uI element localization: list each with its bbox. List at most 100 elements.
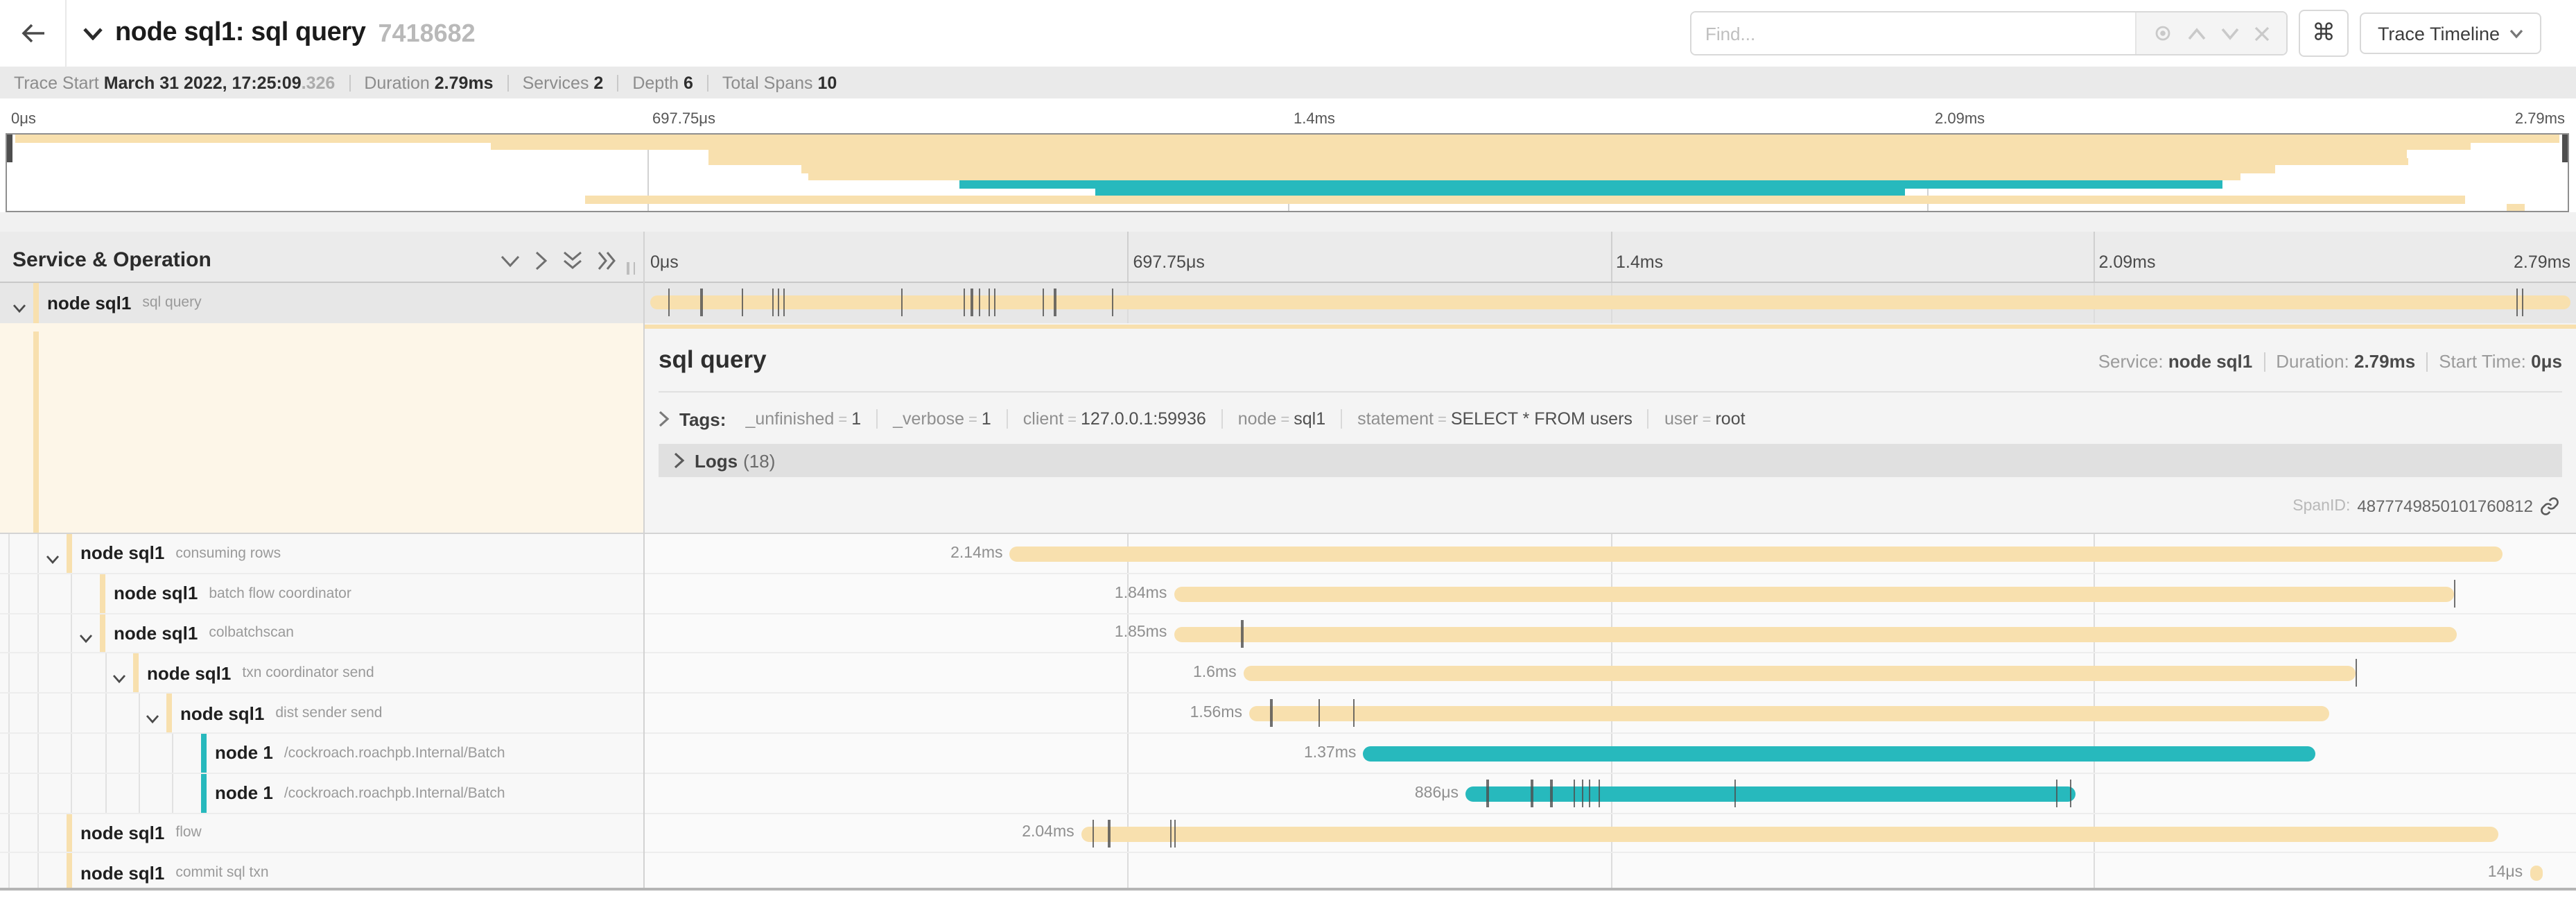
keyboard-shortcuts-button[interactable]: ⌘ [2299,10,2349,57]
guide-line [8,654,10,693]
locate-icon[interactable] [2153,24,2173,43]
span-bar[interactable] [2530,866,2543,882]
tree-row[interactable]: node sql1txn coordinator send [0,654,643,694]
collapse-all-icon[interactable] [563,251,582,270]
timeline-row[interactable]: 1.37ms [645,734,2576,774]
collapse-chevron-icon[interactable] [46,547,60,560]
minimap-span-bar[interactable] [708,150,2406,157]
tag-item[interactable]: node=sql1 [1221,409,1325,429]
collapse-one-icon[interactable] [501,255,520,267]
logs-accordion[interactable]: Logs (18) [659,444,2562,477]
guide-line [37,854,39,891]
collapse-chevron-icon[interactable] [146,706,159,720]
span-bar[interactable] [1081,826,2499,841]
find-controls [2135,12,2286,54]
duration-label: 1.56ms [1190,694,1242,732]
back-button[interactable] [0,0,67,67]
separator [349,74,350,91]
tree-row[interactable]: node sql1dist sender send [0,694,643,734]
trace-info-label: Trace Start [14,73,104,92]
log-marker [701,289,702,316]
span-bar[interactable] [1363,746,2315,762]
tree-row[interactable]: node sql1commit sql txn [0,854,643,891]
tree-row[interactable]: node sql1 flow [0,814,643,854]
guide-line [139,734,140,773]
minimap-span-bar[interactable] [708,157,2409,165]
timeline-row[interactable]: 1.85ms [645,614,2576,654]
tag-item[interactable]: statement=SELECT * FROM users [1341,409,1633,429]
tree-row[interactable]: node 1/cockroach.roachpb.Internal/Batch [0,774,643,814]
tree-row[interactable]: node sql1consuming rows [0,534,643,574]
view-selector-label: Trace Timeline [2378,23,2500,44]
minimap-span-bar[interactable] [1095,188,1904,196]
timeline-row[interactable]: 2.04ms [645,814,2576,854]
span-bar[interactable] [650,295,2570,309]
duration-label: 14μs [2488,854,2523,891]
timeline-row[interactable]: 14μs [645,854,2576,891]
span-bar[interactable] [1010,547,2503,562]
timeline-row[interactable]: 886μs [645,774,2576,814]
duration-label: 1.84ms [1115,574,1167,613]
viewport-handle-right[interactable] [2562,135,2568,162]
log-marker [668,289,669,316]
service-name: node sql1 [80,823,164,843]
tag-item[interactable]: _verbose=1 [876,409,991,429]
span-bar[interactable] [1244,666,2356,682]
deep-link-icon[interactable] [2540,497,2559,516]
minimap-span-bar[interactable] [808,173,2240,180]
expand-one-icon[interactable] [535,251,548,270]
timeline-row[interactable]: 1.56ms [645,694,2576,734]
guide-line [8,734,10,773]
detail-left-backdrop [0,332,643,533]
timeline-row[interactable]: 2.14ms [645,534,2576,574]
collapse-trace-chevron-icon[interactable] [83,27,103,40]
span-accent-bar[interactable] [645,324,2576,329]
tree-row[interactable]: node sql1batch flow coordinator [0,574,643,614]
collapse-chevron-icon[interactable] [79,626,93,640]
minimap-span-bar[interactable] [2506,203,2524,211]
minimap-span-bar[interactable] [15,135,2560,142]
tree-row[interactable]: node sql1colbatchscan [0,614,643,654]
service-name: node sql1 [114,583,198,603]
timeline-row[interactable]: 1.6ms [645,654,2576,694]
tree-row-sql-query[interactable]: node sql1sql query [0,283,643,322]
prev-result-icon[interactable] [2188,27,2206,40]
trace-minimap[interactable] [6,133,2569,212]
tags-accordion[interactable]: Tags: _unfinished=1_verbose=1client=127.… [659,405,2562,433]
span-bar[interactable] [1174,626,2456,642]
tree-row[interactable]: node 1/cockroach.roachpb.Internal/Batch [0,734,643,774]
log-marker [1112,289,1113,316]
find-input[interactable] [1691,12,2135,54]
minimap-span-bar[interactable] [491,142,2470,150]
ruler-tick-label: 0μs [645,252,679,272]
guide-line [8,614,10,653]
panel-resize-divider[interactable] [643,232,645,888]
span-bar[interactable] [1174,587,2454,602]
trace-view-selector[interactable]: Trace Timeline [2360,12,2541,54]
selected-span-row[interactable]: node sql1sql query [0,283,2576,322]
operation-name: sql query [142,295,201,311]
tag-item[interactable]: user=root [1648,409,1746,429]
tag-item[interactable]: client=127.0.0.1:59936 [1007,409,1206,429]
column-resize-grip[interactable] [627,262,635,275]
span-bar[interactable] [1249,706,2329,721]
collapse-chevron-icon[interactable] [112,666,126,680]
expand-all-icon[interactable] [598,251,617,270]
collapse-chevron-icon[interactable] [12,296,26,310]
minimap-span-bar[interactable] [959,180,2222,188]
trace-title: node sql1: sql query [115,18,366,49]
duration-label: 1.6ms [1193,654,1237,693]
ruler-tick-label: 1.4ms [1610,252,1663,272]
minimap-span-bar[interactable] [801,165,2276,173]
timeline-row[interactable]: 1.84ms [645,574,2576,614]
minimap-span-bar[interactable] [586,196,2465,203]
operation-name: flow [175,825,201,841]
span-bar[interactable] [1465,786,2075,802]
tag-equals: = [834,412,851,429]
clear-search-icon[interactable] [2254,26,2270,41]
section-gap [0,212,2576,232]
viewport-handle-left[interactable] [7,135,12,162]
tag-item[interactable]: _unfinished=1 [745,409,861,429]
timeline-row-sql-query[interactable] [645,283,2576,322]
next-result-icon[interactable] [2221,27,2239,40]
